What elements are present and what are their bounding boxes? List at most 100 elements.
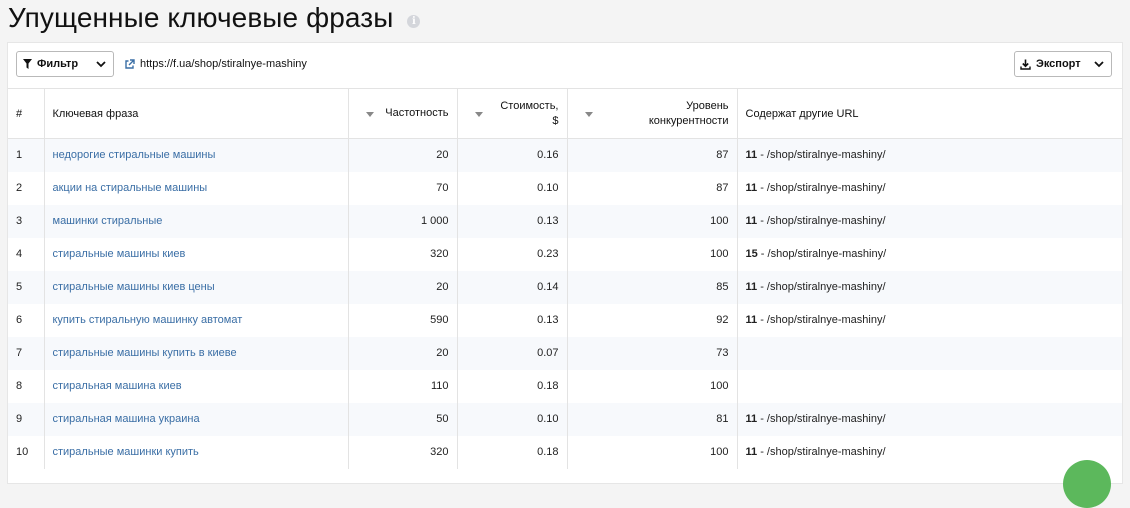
column-header-num: #: [8, 88, 45, 139]
url-count: 11: [745, 446, 758, 458]
url-count: 11: [745, 314, 758, 326]
keyword-cell: стиральные машинки купить: [44, 435, 349, 469]
filter-button[interactable]: Фильтр: [16, 51, 114, 77]
filter-button-label: Фильтр: [37, 58, 79, 70]
other-urls-cell: 11 - /shop/stiralnye-mashiny/: [737, 172, 1122, 205]
table-row: 1 недорогие стиральные машины 20 0.16 87…: [8, 138, 1122, 172]
frequency-cell: 590: [348, 303, 458, 337]
url-path: - /shop/stiralnye-mashiny/: [757, 149, 886, 162]
row-number: 10: [8, 435, 45, 469]
keyword-cell: купить стиральную машинку автомат: [44, 303, 349, 337]
competition-cell: 100: [567, 237, 738, 271]
keyword-link[interactable]: стиральная машина киев: [53, 380, 182, 392]
keyword-link[interactable]: недорогие стиральные машины: [53, 149, 216, 161]
sort-icon: [474, 112, 483, 117]
competition-cell: 87: [567, 171, 738, 205]
page-title-text: Упущенные ключевые фразы: [8, 2, 394, 33]
table-row: 4 стиральные машины киев 320 0.23 100 15…: [8, 237, 1122, 271]
url-count: 11: [745, 149, 758, 162]
table-row: 3 машинки стиральные 1 000 0.13 100 11 -…: [8, 204, 1122, 238]
frequency-cell: 320: [348, 435, 458, 469]
cost-cell: 0.23: [457, 237, 568, 271]
competition-cell: 100: [567, 369, 738, 403]
filter-icon: [23, 59, 32, 69]
url-path: - /shop/stiralnye-mashiny/: [757, 248, 887, 260]
export-button[interactable]: Экспорт: [1014, 51, 1112, 77]
column-header-other-urls: Содержат другие URL: [737, 88, 1122, 139]
column-header-cost[interactable]: Стоимость, $: [457, 88, 568, 139]
row-number: 1: [8, 138, 45, 172]
keyword-link[interactable]: стиральные машины киев цены: [53, 281, 215, 293]
site-url[interactable]: https://f.ua/shop/stiralnye-mashiny: [124, 58, 307, 70]
keyword-link[interactable]: акции на стиральные машины: [53, 182, 208, 194]
frequency-cell: 70: [348, 171, 458, 205]
table-row: 10 стиральные машинки купить 320 0.18 10…: [8, 435, 1122, 469]
sort-icon: [365, 112, 374, 117]
column-header-competition[interactable]: Уровень конкурентности: [567, 88, 738, 139]
keyword-link[interactable]: купить стиральную машинку автомат: [53, 314, 243, 326]
other-urls-cell: 11 - /shop/stiralnye-mashiny/: [737, 304, 1122, 337]
other-urls-cell: 11 - /shop/stiralnye-mashiny/: [737, 436, 1122, 469]
url-count: 11: [745, 182, 758, 194]
chevron-down-icon: [1094, 61, 1104, 68]
chat-button[interactable]: [1063, 460, 1111, 508]
competition-cell: 92: [567, 303, 738, 337]
cost-cell: 0.07: [457, 336, 568, 370]
download-icon: [1020, 59, 1031, 70]
frequency-cell: 1 000: [348, 204, 458, 238]
keyword-cell: машинки стиральные: [44, 204, 349, 238]
keyword-cell: стиральные машины киев цены: [44, 270, 349, 304]
keyword-cell: стиральная машина киев: [44, 369, 349, 403]
keyword-cell: стиральные машины киев: [44, 237, 349, 271]
url-path: - /shop/stiralnye-mashiny/: [757, 281, 886, 293]
url-count: 11: [745, 413, 758, 425]
row-number: 9: [8, 402, 45, 436]
keyword-link[interactable]: машинки стиральные: [53, 215, 163, 227]
site-url-text[interactable]: https://f.ua/shop/stiralnye-mashiny: [140, 58, 307, 70]
row-number: 3: [8, 204, 45, 238]
cost-cell: 0.14: [457, 270, 568, 304]
export-button-label: Экспорт: [1036, 58, 1081, 70]
row-number: 8: [8, 369, 45, 403]
keyword-cell: стиральная машина украина: [44, 402, 349, 436]
table-row: 8 стиральная машина киев 110 0.18 100: [8, 369, 1122, 403]
url-count: 11: [745, 281, 758, 293]
cost-cell: 0.16: [457, 138, 568, 172]
column-header-frequency[interactable]: Частотность: [348, 88, 458, 139]
url-path: - /shop/stiralnye-mashiny/: [757, 215, 886, 227]
other-urls-cell: [737, 370, 1122, 403]
url-path: - /shop/stiralnye-mashiny/: [757, 314, 886, 326]
table-row: 5 стиральные машины киев цены 20 0.14 85…: [8, 270, 1122, 304]
competition-cell: 73: [567, 336, 738, 370]
competition-cell: 85: [567, 270, 738, 304]
table-row: 6 купить стиральную машинку автомат 590 …: [8, 303, 1122, 337]
page-title: Упущенные ключевые фразы i: [8, 2, 421, 34]
frequency-cell: 320: [348, 237, 458, 271]
frequency-cell: 110: [348, 369, 458, 403]
toolbar: Фильтр https://f.ua/shop/stiralnye-mashi…: [8, 43, 1122, 88]
url-count: 11: [745, 215, 758, 227]
keywords-table: # Ключевая фраза Частотность Стоимость, …: [8, 88, 1122, 469]
column-header-cost-line1: Стоимость,: [500, 99, 559, 112]
keyword-link[interactable]: стиральная машина украина: [53, 413, 200, 425]
cost-cell: 0.18: [457, 435, 568, 469]
other-urls-cell: 11 - /shop/stiralnye-mashiny/: [737, 402, 1122, 436]
keyword-link[interactable]: стиральные машинки купить: [53, 446, 199, 458]
row-number: 5: [8, 270, 45, 304]
other-urls-cell: 11 - /shop/stiralnye-mashiny/: [737, 204, 1122, 238]
keyword-link[interactable]: стиральные машины киев: [53, 248, 186, 260]
url-path: - /shop/stiralnye-mashiny/: [757, 446, 886, 458]
column-header-keyword[interactable]: Ключевая фраза: [44, 88, 349, 139]
competition-cell: 100: [567, 435, 738, 469]
table-row: 2 акции на стиральные машины 70 0.10 87 …: [8, 171, 1122, 205]
url-count: 15: [745, 248, 758, 260]
column-header-competition-line1: Уровень: [686, 99, 729, 112]
keyword-cell: стиральные машины купить в киеве: [44, 336, 349, 370]
other-urls-cell: 15 - /shop/stiralnye-mashiny/: [737, 238, 1122, 271]
url-path: - /shop/stiralnye-mashiny/: [757, 413, 886, 425]
keyword-link[interactable]: стиральные машины купить в киеве: [53, 347, 237, 359]
cost-cell: 0.13: [457, 204, 568, 238]
info-icon[interactable]: i: [407, 14, 421, 28]
cost-cell: 0.10: [457, 402, 568, 436]
table-row: 9 стиральная машина украина 50 0.10 81 1…: [8, 402, 1122, 436]
